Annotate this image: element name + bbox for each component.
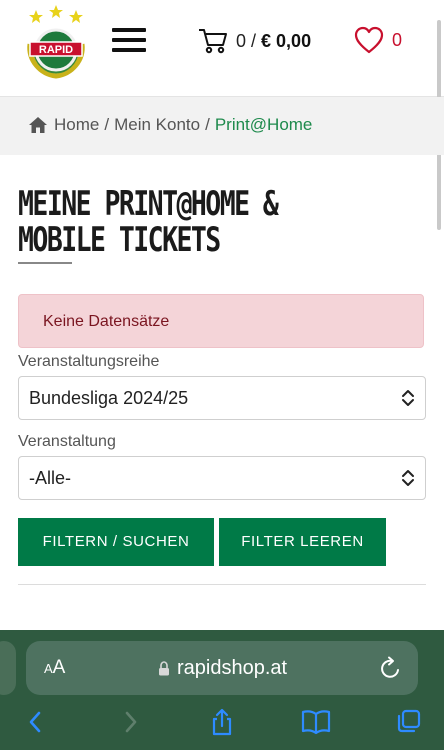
- event-select-value: -Alle-: [29, 468, 72, 488]
- filter-search-button[interactable]: FILTERN / SUCHEN: [18, 518, 214, 566]
- clear-filter-button[interactable]: FILTER LEEREN: [219, 518, 386, 566]
- series-label: Veranstaltungsreihe: [18, 353, 160, 370]
- breadcrumb-home[interactable]: Home: [54, 115, 99, 135]
- heart-icon: [354, 26, 384, 54]
- url-text: rapidshop.at: [177, 657, 288, 679]
- breadcrumb: Home / Mein Konto / Print@Home: [28, 115, 312, 135]
- cart-count: 0: [236, 30, 247, 51]
- tabs-icon[interactable]: [394, 708, 422, 736]
- event-label: Veranstaltung: [18, 433, 116, 450]
- back-icon[interactable]: [22, 708, 50, 736]
- share-icon[interactable]: [208, 708, 236, 736]
- address-bar[interactable]: AA rapidshop.at: [26, 641, 418, 695]
- section-divider: [18, 584, 426, 585]
- lock-icon: [159, 661, 169, 676]
- event-select[interactable]: -Alle-: [18, 456, 426, 500]
- chevron-updown-icon: [402, 390, 414, 406]
- title-underline: [18, 262, 72, 264]
- forward-icon[interactable]: [116, 708, 144, 736]
- no-records-alert: Keine Datensätze: [18, 294, 424, 348]
- site-header: RAPID 0 / € 0,00 0: [0, 0, 444, 97]
- breadcrumb-separator: /: [205, 115, 210, 134]
- series-select-value: Bundesliga 2024/25: [29, 388, 189, 408]
- cart-separator: /: [251, 30, 257, 51]
- chevron-updown-icon: [402, 470, 414, 486]
- home-icon: [29, 117, 47, 133]
- logo-text: RAPID: [39, 44, 73, 56]
- cart-icon: [199, 29, 227, 54]
- breadcrumb-current[interactable]: Print@Home: [215, 115, 313, 135]
- breadcrumb-separator: /: [104, 115, 110, 134]
- reload-icon[interactable]: [380, 656, 402, 680]
- browser-toolbar: AA rapidshop.at: [0, 630, 444, 750]
- series-select[interactable]: Bundesliga 2024/25: [18, 376, 426, 420]
- wishlist-button[interactable]: 0: [354, 26, 402, 54]
- bookmarks-icon[interactable]: [300, 708, 332, 736]
- previous-tab-preview[interactable]: [0, 641, 16, 695]
- breadcrumb-account[interactable]: Mein Konto: [114, 115, 200, 135]
- alert-text: Keine Datensätze: [43, 313, 170, 330]
- breadcrumb-bar: Home / Mein Konto / Print@Home: [0, 97, 444, 155]
- text-size-button[interactable]: AA: [44, 657, 65, 679]
- rapid-logo[interactable]: RAPID: [22, 4, 90, 80]
- url-display[interactable]: rapidshop.at: [158, 657, 287, 680]
- cart-button[interactable]: 0 / € 0,00: [198, 26, 311, 56]
- hamburger-menu-icon[interactable]: [112, 28, 146, 58]
- cart-total: € 0,00: [261, 30, 312, 51]
- wishlist-count: 0: [392, 29, 403, 50]
- page-title: Meine Print@Home & Mobile Tickets: [18, 184, 279, 260]
